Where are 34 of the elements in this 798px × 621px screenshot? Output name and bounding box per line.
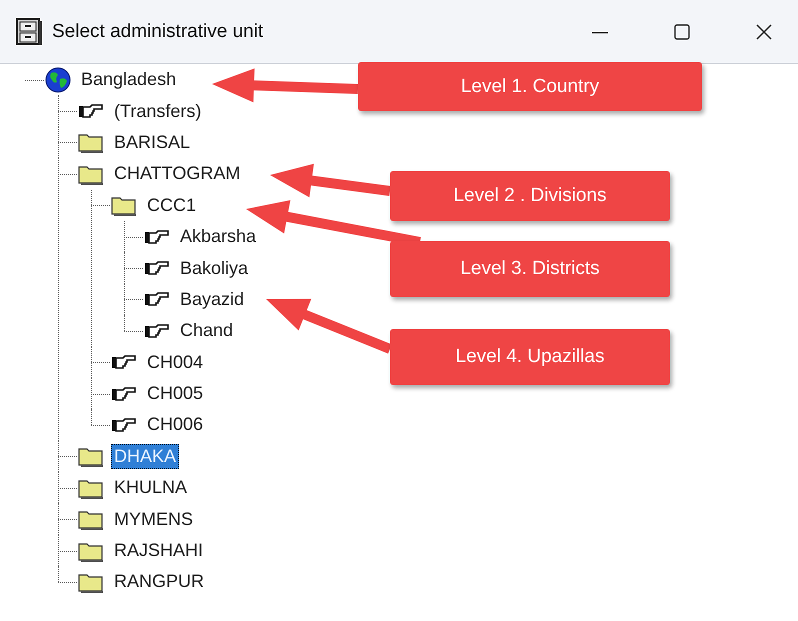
callout-label: Level 2 . Divisions	[390, 171, 670, 221]
pointing-hand-icon	[144, 291, 170, 308]
tree-item[interactable]: Bakoliya	[177, 256, 252, 281]
tree-item[interactable]: (Transfers)	[111, 98, 204, 124]
pointing-hand-icon	[144, 228, 170, 245]
tree-item[interactable]: RANGPUR	[111, 569, 208, 594]
maximize-icon[interactable]	[672, 22, 692, 42]
cabinet-icon	[16, 18, 42, 46]
tree-item[interactable]: CCC1	[144, 192, 200, 218]
tree-item[interactable]: CH005	[144, 381, 206, 406]
pointing-hand-icon	[111, 416, 137, 433]
tree-item[interactable]: KHULNA	[111, 475, 190, 500]
callout-label: Level 3. Districts	[390, 241, 670, 297]
window-title: Select administrative unit	[52, 20, 264, 42]
tree-item[interactable]: BARISAL	[111, 130, 194, 155]
pointing-hand-icon	[144, 260, 170, 276]
tree-item[interactable]: Bangladesh	[78, 67, 180, 92]
tree-item[interactable]: DHAKA	[111, 444, 180, 469]
tree-item[interactable]: CHATTOGRAM	[111, 161, 244, 186]
pointing-hand-icon	[111, 386, 137, 402]
pointing-hand-icon	[78, 103, 104, 120]
tree-item[interactable]: MYMENS	[111, 506, 196, 532]
pointing-hand-icon	[111, 354, 137, 370]
callout-label: Level 1. Country	[358, 62, 702, 111]
pointing-hand-icon	[144, 322, 170, 339]
callout-label: Level 4. Upazillas	[390, 329, 670, 385]
close-icon[interactable]	[754, 22, 774, 42]
tree-item[interactable]: CH006	[144, 412, 206, 438]
tree-item[interactable]: CH004	[144, 350, 206, 375]
tree-item[interactable]: Bayazid	[177, 286, 248, 312]
tree-item[interactable]: Chand	[177, 318, 236, 344]
globe-icon	[45, 66, 71, 93]
tree-item[interactable]: RAJSHAHI	[111, 538, 206, 564]
tree-item[interactable]: Akbarsha	[177, 224, 260, 250]
